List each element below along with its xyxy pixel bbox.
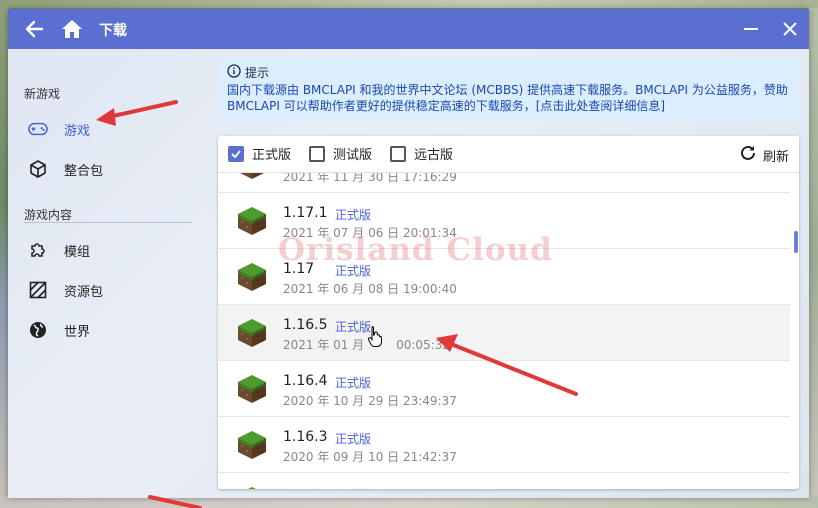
- hand-cursor-icon: [367, 325, 383, 351]
- puzzle-icon: [28, 240, 48, 260]
- background-right: [808, 0, 818, 508]
- background-top: [0, 0, 818, 8]
- sidebar-item-label: 资源包: [64, 284, 104, 300]
- info-icon: [227, 64, 241, 82]
- sidebar: 新游戏 游戏 整合包 游戏内容 模组 资源包 世界: [8, 49, 208, 498]
- version-name: 1.16.3: [283, 429, 328, 445]
- version-type-badge: 正式版: [335, 264, 372, 278]
- version-date: 2021 年 11 月 30 日 17:16:29: [283, 173, 457, 184]
- version-name: 1.17: [283, 261, 315, 277]
- version-row[interactable]: 正式版: [218, 473, 790, 489]
- version-date: 2020 年 10 月 29 日 23:49:37: [283, 394, 457, 408]
- gamepad-icon: [28, 119, 48, 139]
- section-divider: [24, 222, 192, 223]
- refresh-icon: [739, 144, 757, 166]
- release-checkbox[interactable]: 正式版: [228, 144, 291, 163]
- snapshot-checkbox[interactable]: 测试版: [309, 144, 372, 163]
- home-icon[interactable]: [60, 17, 84, 41]
- version-name: 1.16.5: [283, 317, 328, 333]
- download-source-notice: 提示 国内下载源由 BMCLAPI 和我的世界中文论坛 (MCBBS) 提供高速…: [219, 58, 799, 120]
- version-row[interactable]: 1.16.4 正式版 2020 年 10 月 29 日 23:49:37: [218, 361, 790, 417]
- grass-block-icon: [237, 206, 267, 236]
- download-window: 下载 新游戏 游戏 整合包 游戏内容 模组 资源包 世界 提示 国内下载源由 B…: [8, 9, 809, 498]
- version-row[interactable]: 1.16.3 正式版 2020 年 09 月 10 日 21:42:37: [218, 417, 790, 473]
- old-version-checkbox[interactable]: 远古版: [390, 144, 453, 163]
- version-type-badge: 正式版: [335, 376, 372, 390]
- sidebar-item-label: 游戏: [64, 123, 91, 139]
- version-type-badge: 正式版: [335, 432, 372, 446]
- grass-block-icon: [237, 318, 267, 348]
- version-date: 2020 年 09 月 10 日 21:42:37: [283, 450, 457, 464]
- version-date: 2021 年 07 月 06 日 20:01:34: [283, 226, 457, 240]
- section-game-content: 游戏内容: [24, 208, 73, 222]
- globe-icon: [28, 320, 48, 340]
- sidebar-item-label: 模组: [64, 244, 91, 260]
- close-icon[interactable]: [778, 17, 802, 41]
- version-name: 1.17.1: [283, 205, 328, 221]
- grass-block-icon: [237, 486, 267, 489]
- list-scrollbar[interactable]: [794, 231, 798, 253]
- sidebar-item-label: 整合包: [64, 163, 104, 179]
- checkbox-checked-icon: [228, 145, 244, 162]
- grass-block-icon: [237, 374, 267, 404]
- back-arrow-icon[interactable]: [22, 17, 46, 41]
- version-name: 1.16.4: [283, 373, 328, 389]
- version-type-badge: 正式版: [335, 486, 371, 489]
- version-row[interactable]: 1.17.1 正式版 2021 年 07 月 06 日 20:01:34: [218, 193, 790, 249]
- sidebar-item-resourcepack[interactable]: 资源包: [8, 272, 208, 308]
- version-list-panel: 正式版 测试版 远古版 刷新 2021 年 11 月 30 日 17:16:29…: [218, 136, 799, 489]
- package-icon: [28, 159, 48, 179]
- section-new-game: 新游戏: [24, 87, 61, 101]
- version-list: 2021 年 11 月 30 日 17:16:29 1.17.1 正式版 202…: [218, 173, 790, 489]
- version-row[interactable]: 1.16.5 正式版 2021 年 01 月 00:05:32: [218, 305, 790, 361]
- grass-block-icon: [237, 262, 267, 292]
- window-title: 下载: [99, 23, 127, 39]
- version-row[interactable]: 2021 年 11 月 30 日 17:16:29: [218, 173, 790, 193]
- version-type-badge: 正式版: [335, 208, 372, 222]
- grass-block-icon: [237, 430, 267, 460]
- refresh-button[interactable]: 刷新: [739, 144, 789, 166]
- grass-block-icon: [237, 173, 267, 180]
- sidebar-item-label: 世界: [64, 324, 91, 340]
- notice-body-link[interactable]: 国内下载源由 BMCLAPI 和我的世界中文论坛 (MCBBS) 提供高速下载服…: [227, 82, 791, 114]
- version-type-badge: 正式版: [335, 320, 372, 334]
- notice-heading: 提示: [245, 66, 270, 80]
- version-row[interactable]: 1.17 正式版 2021 年 06 月 08 日 19:00:40: [218, 249, 790, 305]
- sidebar-item-mods[interactable]: 模组: [8, 232, 208, 268]
- minimize-icon[interactable]: [739, 17, 763, 41]
- sidebar-item-world[interactable]: 世界: [8, 312, 208, 348]
- texture-icon: [28, 280, 48, 300]
- version-date: 2021 年 06 月 08 日 19:00:40: [283, 282, 457, 296]
- sidebar-item-modpack[interactable]: 整合包: [8, 151, 208, 187]
- title-bar: 下载: [8, 9, 809, 49]
- filter-bar: 正式版 测试版 远古版 刷新: [218, 136, 799, 173]
- sidebar-item-game[interactable]: 游戏: [8, 111, 208, 147]
